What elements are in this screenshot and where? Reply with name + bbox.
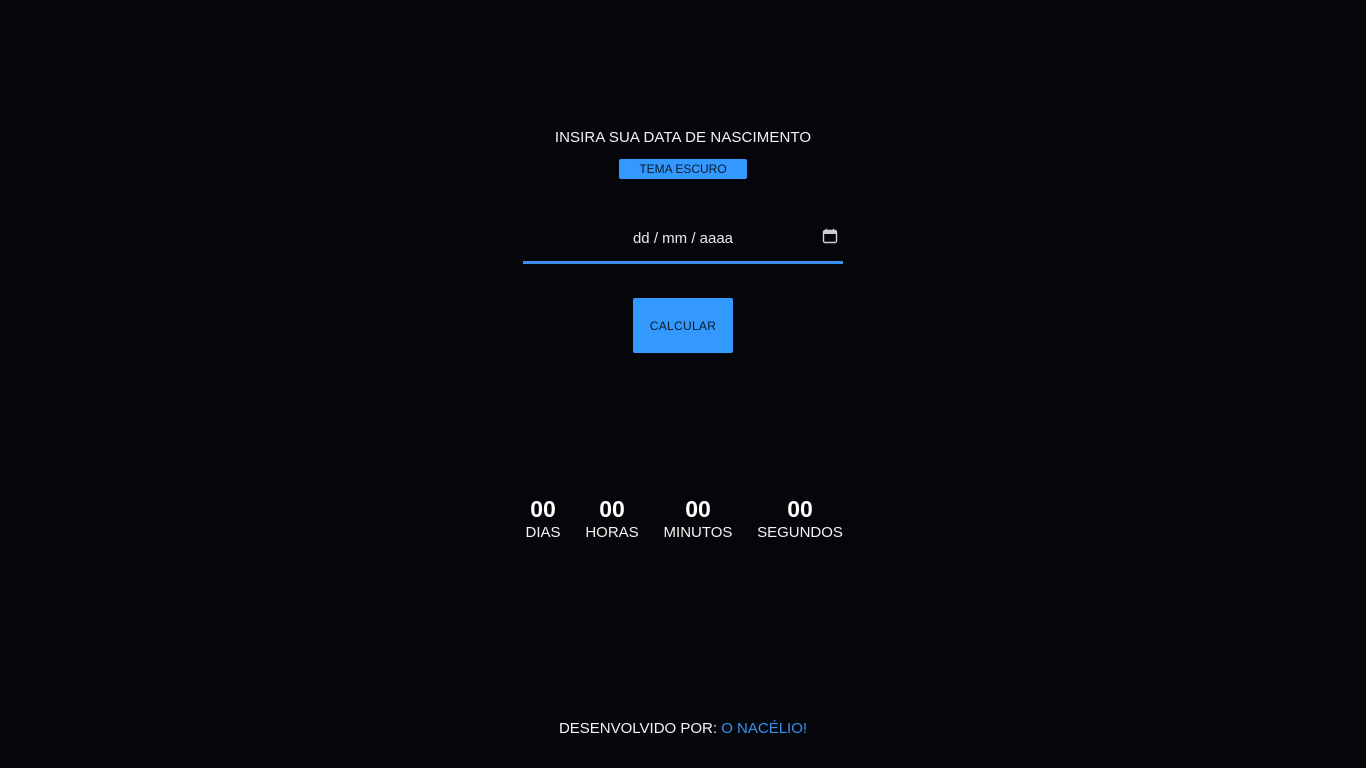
- footer: DESENVOLVIDO POR: O NACÉLIO!: [0, 720, 1366, 737]
- page-title: INSIRA SUA DATA DE NASCIMENTO: [554, 129, 812, 146]
- calendar-icon[interactable]: [822, 228, 838, 244]
- counter-minutes: 00 MINUTOS: [658, 496, 738, 544]
- counter-days: 00 DIAS: [513, 496, 573, 544]
- age-counter: 00 DIAS 00 HORAS 00 MINUTOS 00 SEGUNDOS: [513, 496, 853, 546]
- counter-hours: 00 HORAS: [581, 496, 643, 544]
- theme-toggle-button[interactable]: TEMA ESCURO: [619, 159, 747, 179]
- birthdate-input[interactable]: [523, 216, 843, 260]
- counter-seconds: 00 SEGUNDOS: [753, 496, 847, 544]
- minutes-label: MINUTOS: [663, 524, 733, 541]
- days-value: 00: [530, 496, 556, 522]
- hours-value: 00: [599, 496, 625, 522]
- footer-prefix: DESENVOLVIDO POR:: [558, 720, 718, 737]
- hours-label: HORAS: [585, 524, 639, 541]
- calculate-button[interactable]: CALCULAR: [633, 298, 733, 353]
- days-label: DIAS: [525, 524, 561, 541]
- birthdate-field: [523, 216, 843, 264]
- seconds-label: SEGUNDOS: [757, 524, 843, 541]
- page: INSIRA SUA DATA DE NASCIMENTO TEMA ESCUR…: [0, 0, 1366, 768]
- author-link[interactable]: O NACÉLIO!: [721, 720, 807, 737]
- seconds-value: 00: [787, 496, 813, 522]
- minutes-value: 00: [685, 496, 711, 522]
